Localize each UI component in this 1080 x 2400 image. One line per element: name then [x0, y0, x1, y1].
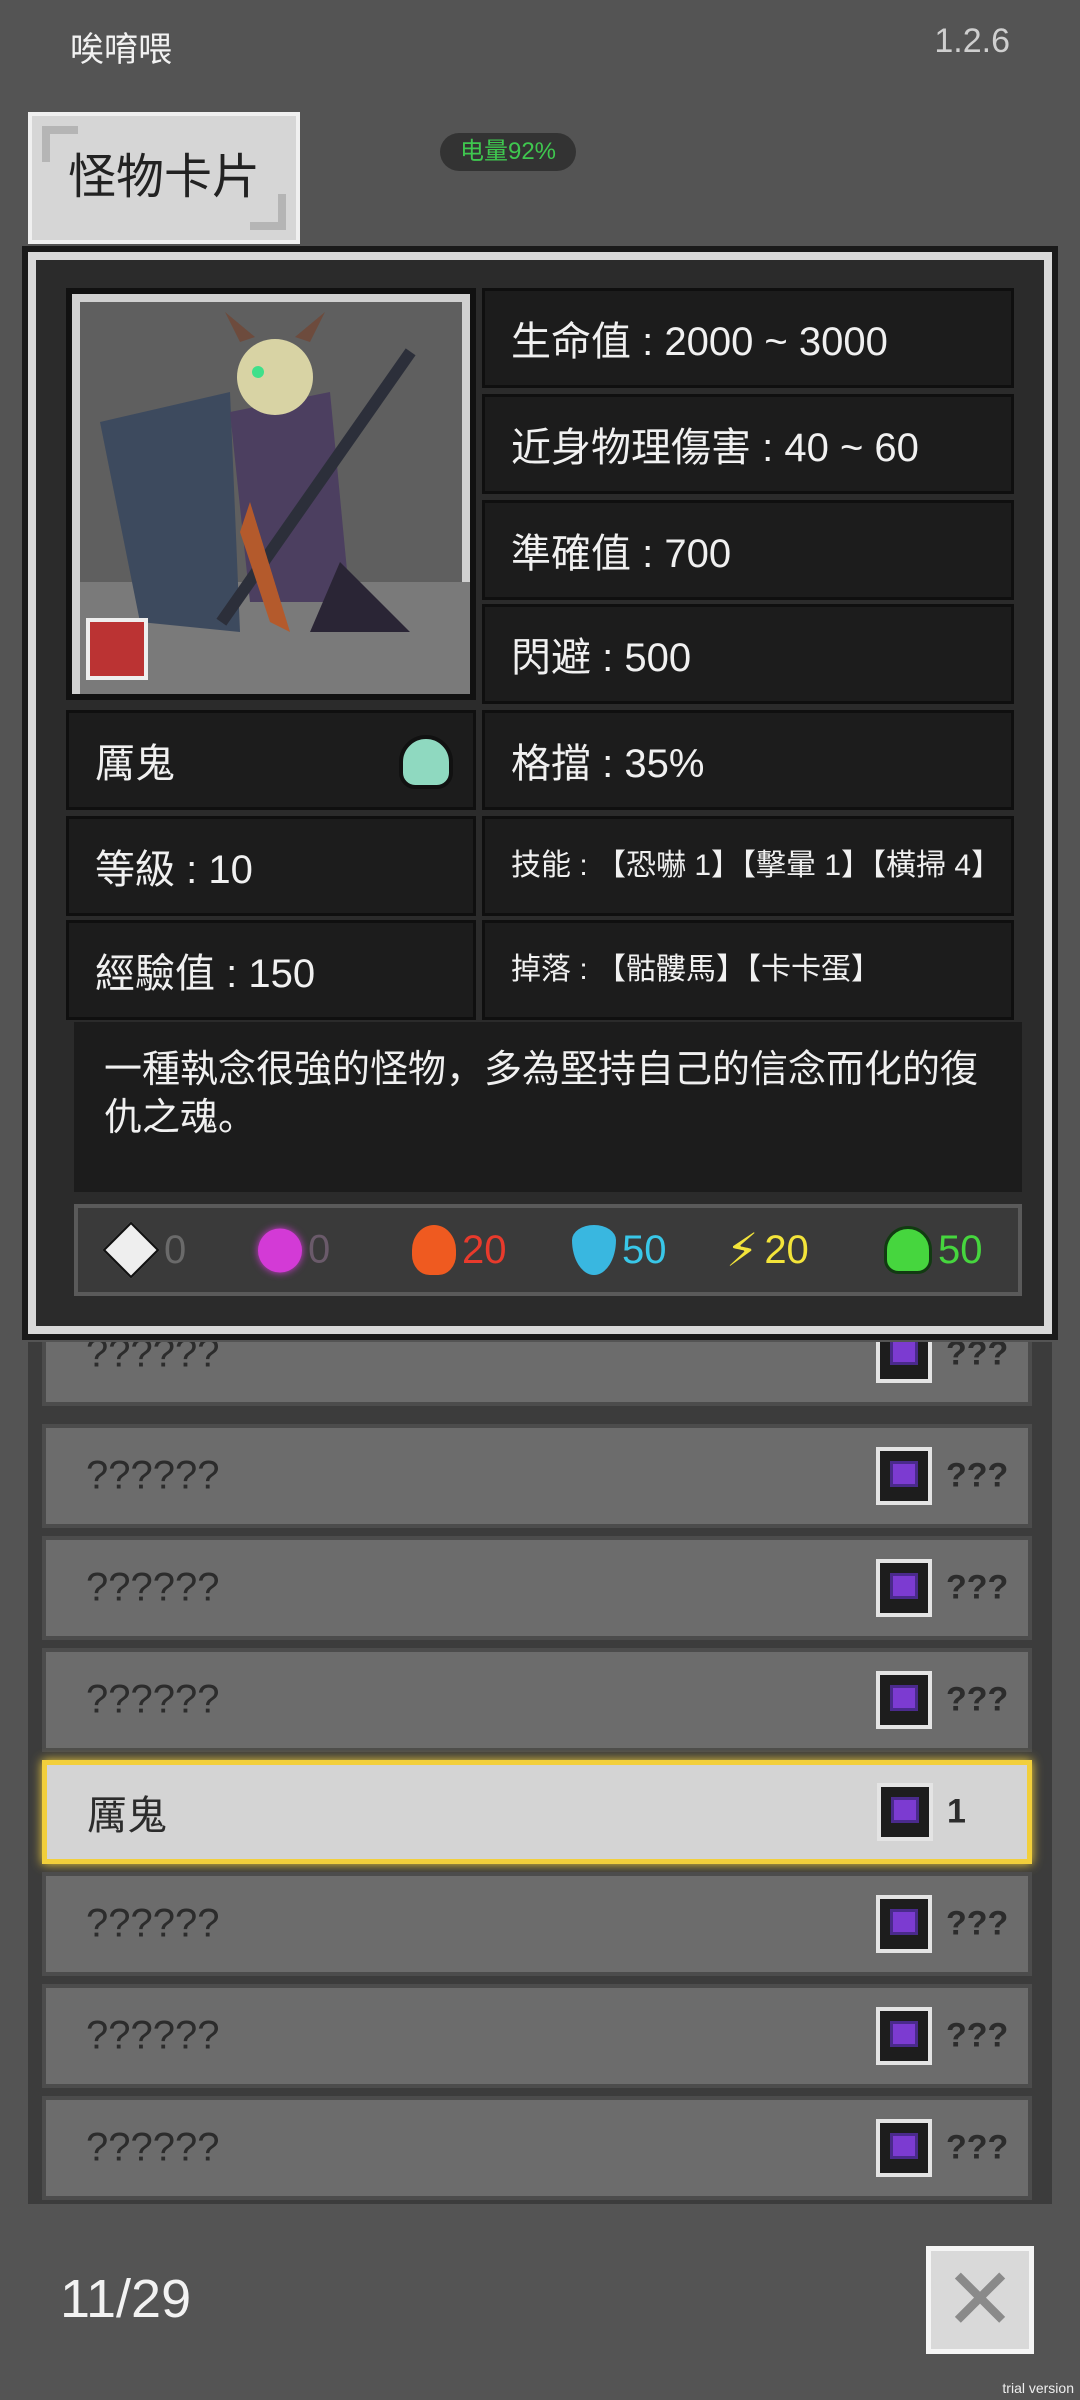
resistance-fire: 20 [412, 1225, 507, 1275]
poison-icon [884, 1226, 932, 1274]
card-icon [876, 2007, 932, 2065]
resistance-magic: 0 [258, 1228, 330, 1273]
trial-watermark: trial version [1002, 2380, 1074, 2396]
card-icon [876, 1342, 932, 1383]
close-icon: ✕ [943, 2252, 1017, 2348]
monster-portrait-image [80, 302, 470, 694]
monster-name: 厲鬼 [66, 710, 476, 810]
card-icon [876, 1895, 932, 1953]
close-button[interactable]: ✕ [926, 2246, 1034, 2354]
physical-icon [102, 1221, 160, 1279]
stat-drops: 掉落 : 【骷髏馬】【卡卡蛋】 [482, 920, 1014, 1020]
stat-evasion: 閃避 : 500 [482, 604, 1014, 704]
resistance-water: 50 [572, 1225, 667, 1275]
fire-icon [412, 1225, 456, 1275]
resistance-poison: 50 [884, 1226, 983, 1274]
list-item[interactable]: ?????? ??? [42, 1342, 1032, 1406]
stat-block: 格擋 : 35% [482, 710, 1014, 810]
card-icon [876, 1559, 932, 1617]
stat-exp: 經驗值 : 150 [66, 920, 476, 1020]
list-item[interactable]: ?????? ??? [42, 1536, 1032, 1640]
resistance-lightning: ⚡ 20 [726, 1224, 809, 1276]
lightning-icon: ⚡ [726, 1224, 759, 1276]
list-item[interactable]: ?????? ??? [42, 1424, 1032, 1528]
list-item[interactable]: ?????? ??? [42, 1984, 1032, 2088]
tab-monster-cards[interactable]: 怪物卡片 [28, 112, 300, 244]
stat-accuracy: 準確值 : 700 [482, 500, 1014, 600]
skull-icon [399, 735, 453, 789]
list-item[interactable]: ?????? ??? [42, 2096, 1032, 2200]
tab-label: 怪物卡片 [67, 151, 260, 204]
list-item-selected[interactable]: 厲鬼 1 [42, 1760, 1032, 1864]
demon-mask-icon [86, 618, 148, 680]
monster-list[interactable]: ?????? ??? ?????? ??? ?????? ??? ?????? … [28, 1342, 1052, 2204]
stat-melee-damage: 近身物理傷害 : 40 ~ 60 [482, 394, 1014, 494]
resistance-bar: 0 0 20 50 ⚡ 20 50 [74, 1204, 1022, 1296]
corner-decoration [250, 194, 286, 230]
list-item[interactable]: ?????? ??? [42, 1872, 1032, 1976]
corner-decoration [42, 126, 78, 162]
app-version: 1.2.6 [934, 22, 1010, 60]
monster-card: 生命值 : 2000 ~ 3000 近身物理傷害 : 40 ~ 60 準確值 :… [22, 246, 1058, 1340]
app-title: 唉唷喂 [70, 31, 172, 69]
page-indicator: 11/29 [60, 2269, 192, 2329]
monster-portrait [66, 288, 476, 700]
card-icon [876, 1671, 932, 1729]
stat-skills: 技能 : 【恐嚇 1】【擊暈 1】【橫掃 4】 [482, 816, 1014, 916]
water-icon [572, 1225, 616, 1275]
card-icon [877, 1783, 933, 1841]
stat-hp: 生命值 : 2000 ~ 3000 [482, 288, 1014, 388]
battery-indicator: 电量92% [440, 133, 576, 171]
stat-level: 等級 : 10 [66, 816, 476, 916]
resistance-physical: 0 [102, 1221, 186, 1279]
list-item[interactable]: ?????? ??? [42, 1648, 1032, 1752]
card-icon [876, 1447, 932, 1505]
monster-description: 一種執念很強的怪物，多為堅持自己的信念而化的復仇之魂。 [74, 1022, 1022, 1192]
magic-icon [258, 1228, 302, 1272]
card-icon [876, 2119, 932, 2177]
